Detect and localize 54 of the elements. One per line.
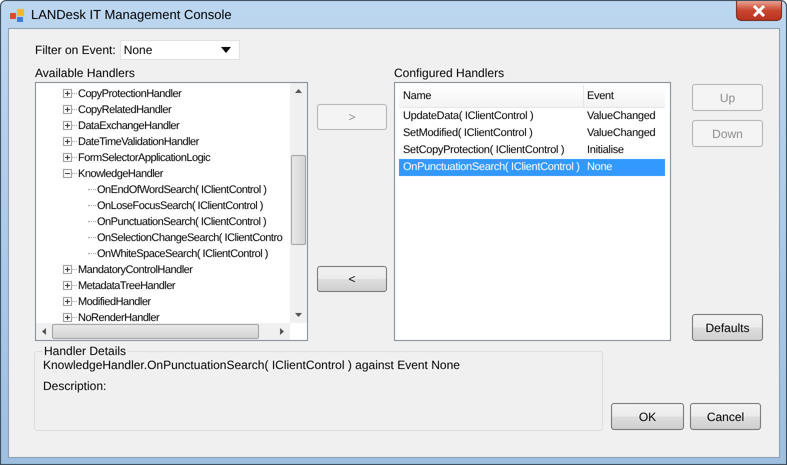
tree-item[interactable]: FormSelectorApplicationLogic — [77, 152, 210, 164]
scroll-thumb[interactable] — [291, 154, 306, 245]
configured-handlers-label: Configured Handlers — [394, 66, 506, 82]
tree-item[interactable]: CopyProtectionHandler — [77, 88, 182, 100]
list-row[interactable]: SetModified( IClientControl ) ValueChanged — [399, 124, 665, 142]
expand-toggle-icon[interactable] — [63, 265, 72, 274]
expand-toggle-icon[interactable] — [63, 297, 72, 306]
description-label: Description: — [43, 379, 108, 393]
expand-toggle-icon[interactable] — [63, 137, 72, 146]
list-row[interactable]: SetCopyProtection( IClientControl ) Initialise — [399, 142, 665, 159]
handler-summary: KnowledgeHandler.OnPunctuationSearch( IClientControl ) against Event None — [43, 358, 461, 372]
available-handlers-label: Available Handlers — [35, 66, 136, 82]
expand-toggle-icon[interactable] — [63, 281, 72, 290]
defaults-button[interactable]: Defaults — [692, 314, 763, 341]
tree-item[interactable]: DateTimeValidationHandler — [77, 136, 199, 148]
tree-item[interactable]: ModifiedHandler — [77, 296, 151, 308]
ok-button[interactable]: OK — [611, 403, 684, 430]
column-header[interactable]: Event — [583, 84, 665, 107]
tree-item[interactable]: NoRenderHandler — [77, 312, 160, 323]
tree-item[interactable]: OnSelectionChangeSearch( IClientContro — [96, 232, 282, 244]
expand-toggle-icon[interactable] — [63, 153, 72, 162]
window-title: LANDesk IT Management Console — [31, 7, 232, 22]
tree-item[interactable]: OnWhiteSpaceSearch( IClientControl ) — [96, 248, 268, 260]
tree-item[interactable]: KnowledgeHandler — [77, 168, 163, 180]
tree-item[interactable]: DataExchangeHandler — [77, 120, 180, 132]
close-button[interactable] — [736, 1, 782, 21]
cancel-button[interactable]: Cancel — [690, 403, 761, 430]
scroll-thumb[interactable] — [52, 324, 259, 339]
tree-item[interactable]: MandatoryControlHandler — [77, 264, 192, 276]
expand-toggle-icon[interactable] — [63, 105, 72, 114]
filter-label: Filter on Event: — [35, 42, 116, 56]
expand-toggle-icon[interactable] — [63, 89, 72, 98]
expand-toggle-icon[interactable] — [63, 169, 72, 178]
remove-button[interactable]: < — [317, 266, 387, 292]
scroll-right-icon[interactable] — [280, 328, 284, 335]
close-icon — [752, 4, 766, 16]
vertical-scrollbar[interactable] — [290, 82, 307, 323]
tree-item[interactable]: OnPunctuationSearch( IClientControl ) — [96, 216, 266, 228]
tree-item[interactable]: MetadataTreeHandler — [77, 280, 176, 292]
tree-item[interactable]: OnEndOfWordSearch( IClientControl ) — [96, 184, 266, 196]
expand-toggle-icon[interactable] — [63, 121, 72, 130]
event-dropdown[interactable]: None — [120, 40, 240, 60]
dropdown-arrow-icon — [220, 46, 231, 52]
scroll-down-icon[interactable] — [295, 313, 302, 317]
column-header[interactable]: Name — [399, 84, 583, 107]
scroll-left-icon[interactable] — [42, 328, 46, 335]
app-icon — [9, 6, 25, 22]
scroll-up-icon[interactable] — [295, 88, 302, 93]
tree-item[interactable]: CopyRelatedHandler — [77, 104, 172, 116]
group-legend: Handler Details — [43, 344, 128, 358]
expand-toggle-icon[interactable] — [63, 313, 72, 322]
list-row[interactable]: UpdateData( IClientControl ) ValueChanged — [399, 108, 665, 125]
horizontal-scrollbar[interactable] — [36, 323, 290, 340]
tree-item[interactable]: OnLoseFocusSearch( IClientControl ) — [96, 200, 263, 212]
